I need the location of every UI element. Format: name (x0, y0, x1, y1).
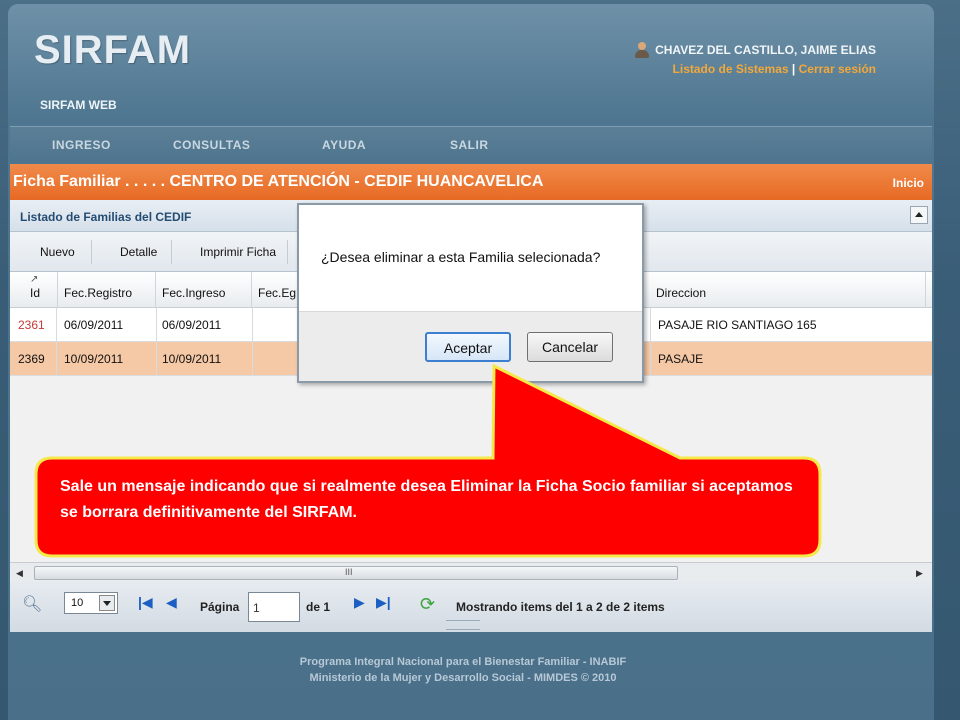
user-links: Listado de Sistemas | Cerrar sesión (635, 62, 876, 76)
user-area: CHAVEZ DEL CASTILLO, JAIME ELIAS Listado… (635, 42, 876, 76)
nuevo-button[interactable]: Nuevo (30, 240, 92, 264)
menu-item-ayuda[interactable]: AYUDA (322, 138, 366, 152)
cell-fec-registro: 06/09/2011 (64, 318, 124, 332)
confirm-dialog: ¿Desea eliminar a esta Familia seleciona… (297, 203, 644, 383)
cell-direccion: PASAJE (658, 352, 704, 366)
page-title: Ficha Familiar . . . . . CENTRO DE ATENC… (13, 173, 544, 190)
menu-item-salir[interactable]: SALIR (450, 138, 489, 152)
cell-fec-registro: 10/09/2011 (64, 352, 124, 366)
zoom-icon[interactable]: 🔍︎ (22, 594, 42, 614)
main-menu: INGRESO CONSULTAS AYUDA SALIR (10, 126, 932, 162)
scroll-thumb[interactable]: III (34, 566, 678, 580)
collapse-icon[interactable] (910, 206, 928, 224)
column-header-id[interactable]: Id (22, 272, 58, 308)
column-header-direccion[interactable]: Direccion (650, 272, 926, 308)
prev-page-icon[interactable]: ◀ (166, 594, 177, 611)
page-label: Página (200, 600, 240, 614)
footer-line-2: Ministerio de la Mujer y Desarrollo Soci… (309, 672, 617, 684)
next-page-icon[interactable]: ▶ (354, 594, 365, 611)
page-of-label: de 1 (306, 600, 331, 614)
page-size-value: 10 (71, 597, 84, 609)
dialog-message: ¿Desea eliminar a esta Familia seleciona… (321, 249, 601, 265)
scroll-grip: III (345, 567, 353, 577)
panel-title: Listado de Familias del CEDIF (20, 210, 192, 224)
last-page-icon[interactable]: ▶| (376, 594, 391, 611)
menu-item-ingreso[interactable]: INGRESO (52, 138, 111, 152)
refresh-icon[interactable]: ⟳ (420, 594, 435, 615)
resize-grip[interactable] (446, 620, 480, 630)
link-separator: | (791, 62, 796, 76)
cell-fec-ingreso: 10/09/2011 (162, 352, 222, 366)
dialog-footer: Aceptar Cancelar (299, 311, 642, 381)
detalle-button[interactable]: Detalle (106, 240, 172, 264)
aceptar-button[interactable]: Aceptar (425, 332, 511, 362)
cell-direccion: PASAJE RIO SANTIAGO 165 (658, 318, 817, 332)
link-cerrar-sesion[interactable]: Cerrar sesión (799, 62, 876, 76)
imprimir-ficha-button[interactable]: Imprimir Ficha (186, 240, 288, 264)
footer-line-1: Programa Integral Nacional para el Biene… (299, 656, 627, 668)
app-logo: SIRFAM (34, 28, 192, 72)
cancelar-button[interactable]: Cancelar (527, 332, 613, 362)
page-number-input[interactable]: 1 (248, 592, 300, 622)
cell-fec-ingreso: 06/09/2011 (162, 318, 222, 332)
menu-item-consultas[interactable]: CONSULTAS (173, 138, 250, 152)
inicio-link[interactable]: Inicio (893, 176, 924, 190)
link-listado-sistemas[interactable]: Listado de Sistemas (673, 62, 789, 76)
pager-status: Mostrando items del 1 a 2 de 2 items (456, 600, 665, 614)
callout-text: Sale un mensaje indicando que si realmen… (60, 478, 793, 521)
cell-id: 2369 (18, 352, 45, 366)
first-page-icon[interactable]: |◀ (138, 594, 153, 611)
chevron-down-icon[interactable] (99, 595, 115, 611)
column-header-fec-registro[interactable]: Fec.Registro (58, 272, 156, 308)
page-title-bar: Ficha Familiar . . . . . CENTRO DE ATENC… (10, 164, 932, 200)
cell-id: 2361 (18, 318, 45, 332)
user-name: CHAVEZ DEL CASTILLO, JAIME ELIAS (655, 43, 876, 57)
app-subtitle: SIRFAM WEB (40, 98, 117, 112)
column-header-fec-ingreso[interactable]: Fec.Ingreso (156, 272, 252, 308)
user-icon (635, 42, 650, 58)
page-size-select[interactable]: 10 (64, 592, 118, 614)
horizontal-scrollbar[interactable]: ◀ III ▶ (10, 562, 932, 582)
scroll-left-icon[interactable]: ◀ (16, 568, 23, 579)
user-name-row: CHAVEZ DEL CASTILLO, JAIME ELIAS (635, 42, 876, 58)
scroll-right-icon[interactable]: ▶ (916, 568, 923, 579)
